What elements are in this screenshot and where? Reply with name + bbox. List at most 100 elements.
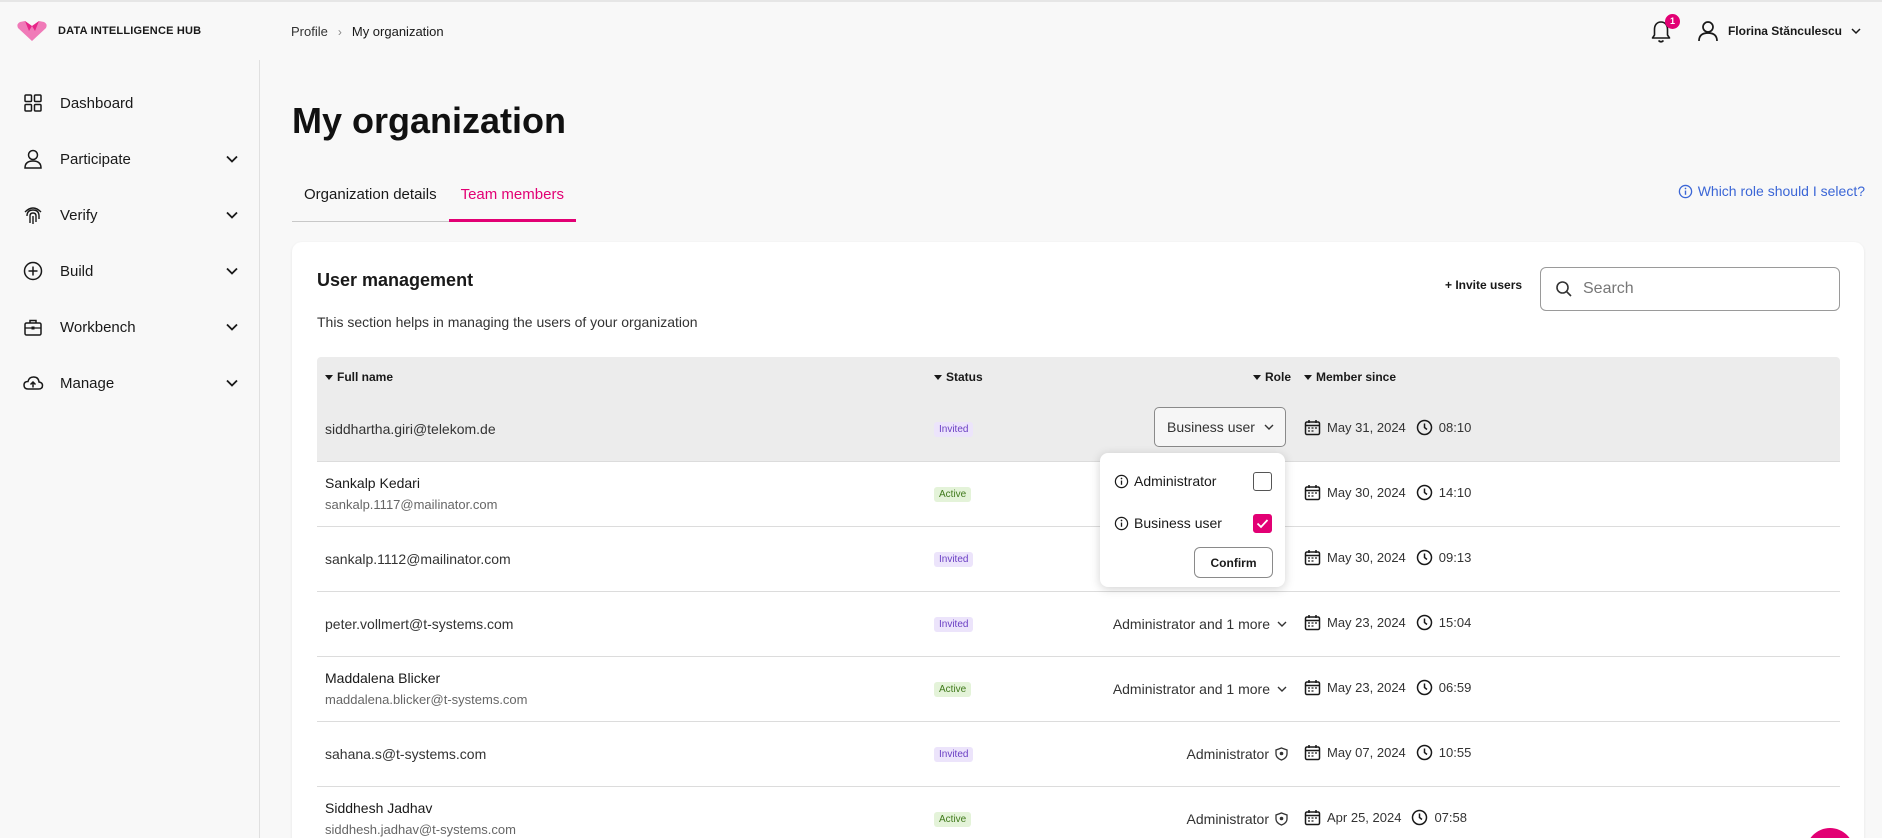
user-name: peter.vollmert@t-systems.com (325, 616, 514, 632)
time-text: 06:59 (1438, 680, 1472, 695)
time-text: 07:58 (1434, 810, 1467, 825)
user-name: siddhartha.giri@telekom.de (325, 421, 496, 437)
table-row[interactable]: sankalp.1112@mailinator.com Invited May … (317, 527, 1840, 592)
chevron-down-icon[interactable] (224, 207, 240, 223)
info-icon (1678, 184, 1692, 198)
role-text: Administrator (1186, 746, 1269, 762)
time-text: 15:04 (1438, 615, 1472, 630)
breadcrumb-separator: › (337, 24, 342, 39)
chevron-down-icon (1277, 686, 1287, 692)
sort-full-name[interactable]: Full name (325, 370, 393, 384)
table-row[interactable]: Siddhesh Jadhav siddhesh.jadhav@t-system… (317, 787, 1840, 838)
status-badge: Invited (934, 617, 974, 632)
role-help-text: Which role should I select? (1697, 183, 1865, 199)
tab-bar: Organization details Team members (292, 176, 576, 222)
date-text: May 30, 2024 (1327, 485, 1406, 500)
sidebar-item-verify[interactable]: Verify (0, 195, 259, 235)
sort-status[interactable]: Status (934, 370, 983, 384)
breadcrumb-current: My organization (351, 24, 444, 39)
brand-name: DATA INTELLIGENCE HUB (58, 25, 202, 37)
cloud-upload-icon (23, 376, 44, 390)
sort-member-since[interactable]: Member since (1304, 370, 1396, 384)
search-icon (1556, 281, 1572, 297)
role-help-link[interactable]: Which role should I select? (1678, 183, 1865, 199)
brand-logo[interactable]: DATA INTELLIGENCE HUB (16, 20, 201, 42)
calendar-icon (1304, 420, 1321, 436)
role-select-value: Business user (1167, 419, 1255, 435)
calendar-icon (1304, 550, 1321, 566)
role-dropdown[interactable]: Administrator and 1 more (1113, 616, 1288, 632)
sort-role[interactable]: Role (1253, 370, 1291, 384)
chevron-down-icon (1851, 28, 1861, 35)
date-text: May 30, 2024 (1327, 550, 1406, 565)
tab-organization-details[interactable]: Organization details (292, 176, 449, 222)
calendar-icon (1304, 680, 1321, 696)
calendar-icon (1304, 485, 1321, 501)
tab-team-members[interactable]: Team members (448, 176, 576, 222)
grid-icon (24, 94, 42, 112)
sort-caret-icon (325, 374, 333, 380)
top-header: DATA INTELLIGENCE HUB Profile › My organ… (0, 0, 1882, 60)
calendar-icon (1304, 810, 1321, 826)
header-actions: 1 Florina Stănculescu (1650, 14, 1862, 46)
business-user-checkbox[interactable] (1253, 514, 1272, 533)
clock-icon (1416, 484, 1433, 501)
role-option-label: Business user (1134, 515, 1222, 531)
user-email: sankalp.1117@mailinator.com (325, 497, 498, 512)
role-popover: Administrator Business user Confirm (1100, 453, 1285, 587)
member-since: May 31, 2024 08:10 (1304, 419, 1471, 436)
shield-icon (1275, 812, 1288, 826)
date-text: May 23, 2024 (1327, 615, 1406, 630)
sidebar-item-label: Dashboard (60, 94, 134, 112)
clock-icon (1416, 614, 1433, 631)
administrator-checkbox[interactable] (1253, 472, 1272, 491)
sidebar-item-participate[interactable]: Participate (0, 139, 259, 179)
notifications-button[interactable]: 1 (1650, 14, 1680, 46)
time-text: 14:10 (1438, 485, 1472, 500)
chevron-down-icon[interactable] (224, 263, 240, 279)
sidebar-item-dashboard[interactable]: Dashboard (0, 83, 259, 123)
role-option-label: Administrator (1134, 473, 1217, 489)
time-text: 09:13 (1438, 550, 1472, 565)
chevron-down-icon[interactable] (224, 319, 240, 335)
sort-caret-icon (1253, 374, 1261, 380)
role-select[interactable]: Business user (1154, 407, 1286, 447)
role-option-business-user[interactable]: Business user (1114, 515, 1222, 531)
role-text: Administrator (1186, 811, 1269, 827)
user-name: Florina Stănculescu (1727, 24, 1842, 38)
table-row[interactable]: sahana.s@t-systems.com Invited Administr… (317, 722, 1840, 787)
sidebar-item-build[interactable]: Build (0, 251, 259, 291)
status-badge: Invited (934, 422, 974, 437)
sidebar-item-manage[interactable]: Manage (0, 363, 259, 403)
sidebar: Dashboard Participate Verify Build Workb… (0, 60, 260, 838)
chevron-down-icon[interactable] (224, 375, 240, 391)
chevron-down-icon (1264, 424, 1274, 430)
date-text: Apr 25, 2024 (1327, 810, 1402, 825)
confirm-button[interactable]: Confirm (1194, 547, 1273, 578)
person-icon (24, 149, 42, 169)
role-option-administrator[interactable]: Administrator (1114, 473, 1216, 489)
invite-users-button[interactable]: + Invite users (1445, 278, 1522, 292)
status-badge: Active (934, 487, 972, 502)
user-menu[interactable]: Florina Stănculescu (1696, 19, 1862, 43)
breadcrumb-profile[interactable]: Profile (291, 24, 328, 39)
page-title: My organization (292, 100, 567, 141)
time-text: 08:10 (1438, 420, 1472, 435)
chevron-down-icon[interactable] (224, 151, 240, 167)
sidebar-item-workbench[interactable]: Workbench (0, 307, 259, 347)
clock-icon (1416, 744, 1433, 761)
clock-icon (1416, 419, 1433, 436)
clock-icon (1416, 679, 1433, 696)
table-row[interactable]: peter.vollmert@t-systems.com Invited Adm… (317, 592, 1840, 657)
status-badge: Invited (934, 552, 974, 567)
search-input[interactable] (1583, 280, 1823, 298)
role-dropdown[interactable]: Administrator and 1 more (1113, 681, 1288, 697)
table-row[interactable]: Sankalp Kedari sankalp.1117@mailinator.c… (317, 462, 1840, 527)
heart-logo-icon (17, 21, 47, 41)
clock-icon (1416, 549, 1433, 566)
table-row[interactable]: siddhartha.giri@telekom.de Invited Busin… (317, 397, 1840, 462)
user-name: sahana.s@t-systems.com (325, 746, 487, 762)
clock-icon (1412, 809, 1428, 826)
table-row[interactable]: Maddalena Blicker maddalena.blicker@t-sy… (317, 657, 1840, 722)
role-text: Administrator and 1 more (1112, 616, 1270, 632)
